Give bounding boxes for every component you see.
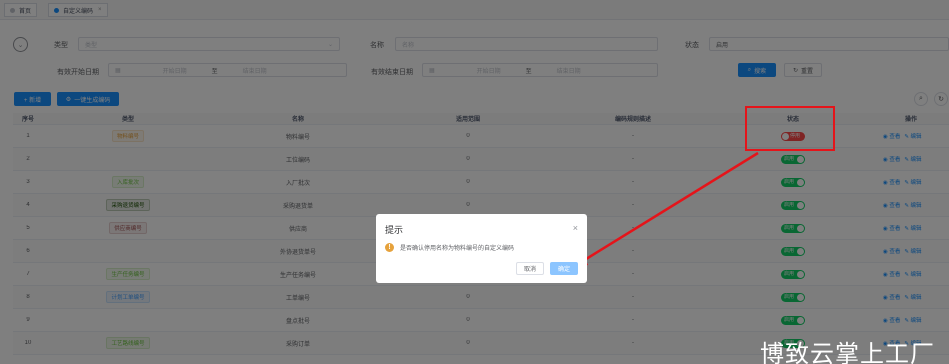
watermark-text: 博致云掌上工厂: [760, 340, 935, 364]
warning-icon: !: [385, 243, 394, 252]
confirm-button-label: 确定: [557, 267, 570, 273]
app-root: 首页 自定义编码 × ⌄ 类型 类型 ⌄ 名称 名称 状态 启用 有效开始日期 …: [0, 0, 949, 364]
close-icon[interactable]: ×: [573, 223, 578, 233]
confirm-button[interactable]: 确定: [550, 262, 578, 275]
confirm-dialog: 提示 × ! 是否确认停用名称为物料编号的自定义编码 取消 确定: [376, 214, 587, 283]
dialog-message-row: ! 是否确认停用名称为物料编号的自定义编码: [385, 243, 514, 252]
cancel-button[interactable]: 取消: [516, 262, 544, 275]
dialog-message: 是否确认停用名称为物料编号的自定义编码: [400, 246, 515, 252]
cancel-button-label: 取消: [523, 267, 536, 273]
annotation-arrow: [572, 151, 759, 268]
dialog-title: 提示: [385, 225, 404, 235]
